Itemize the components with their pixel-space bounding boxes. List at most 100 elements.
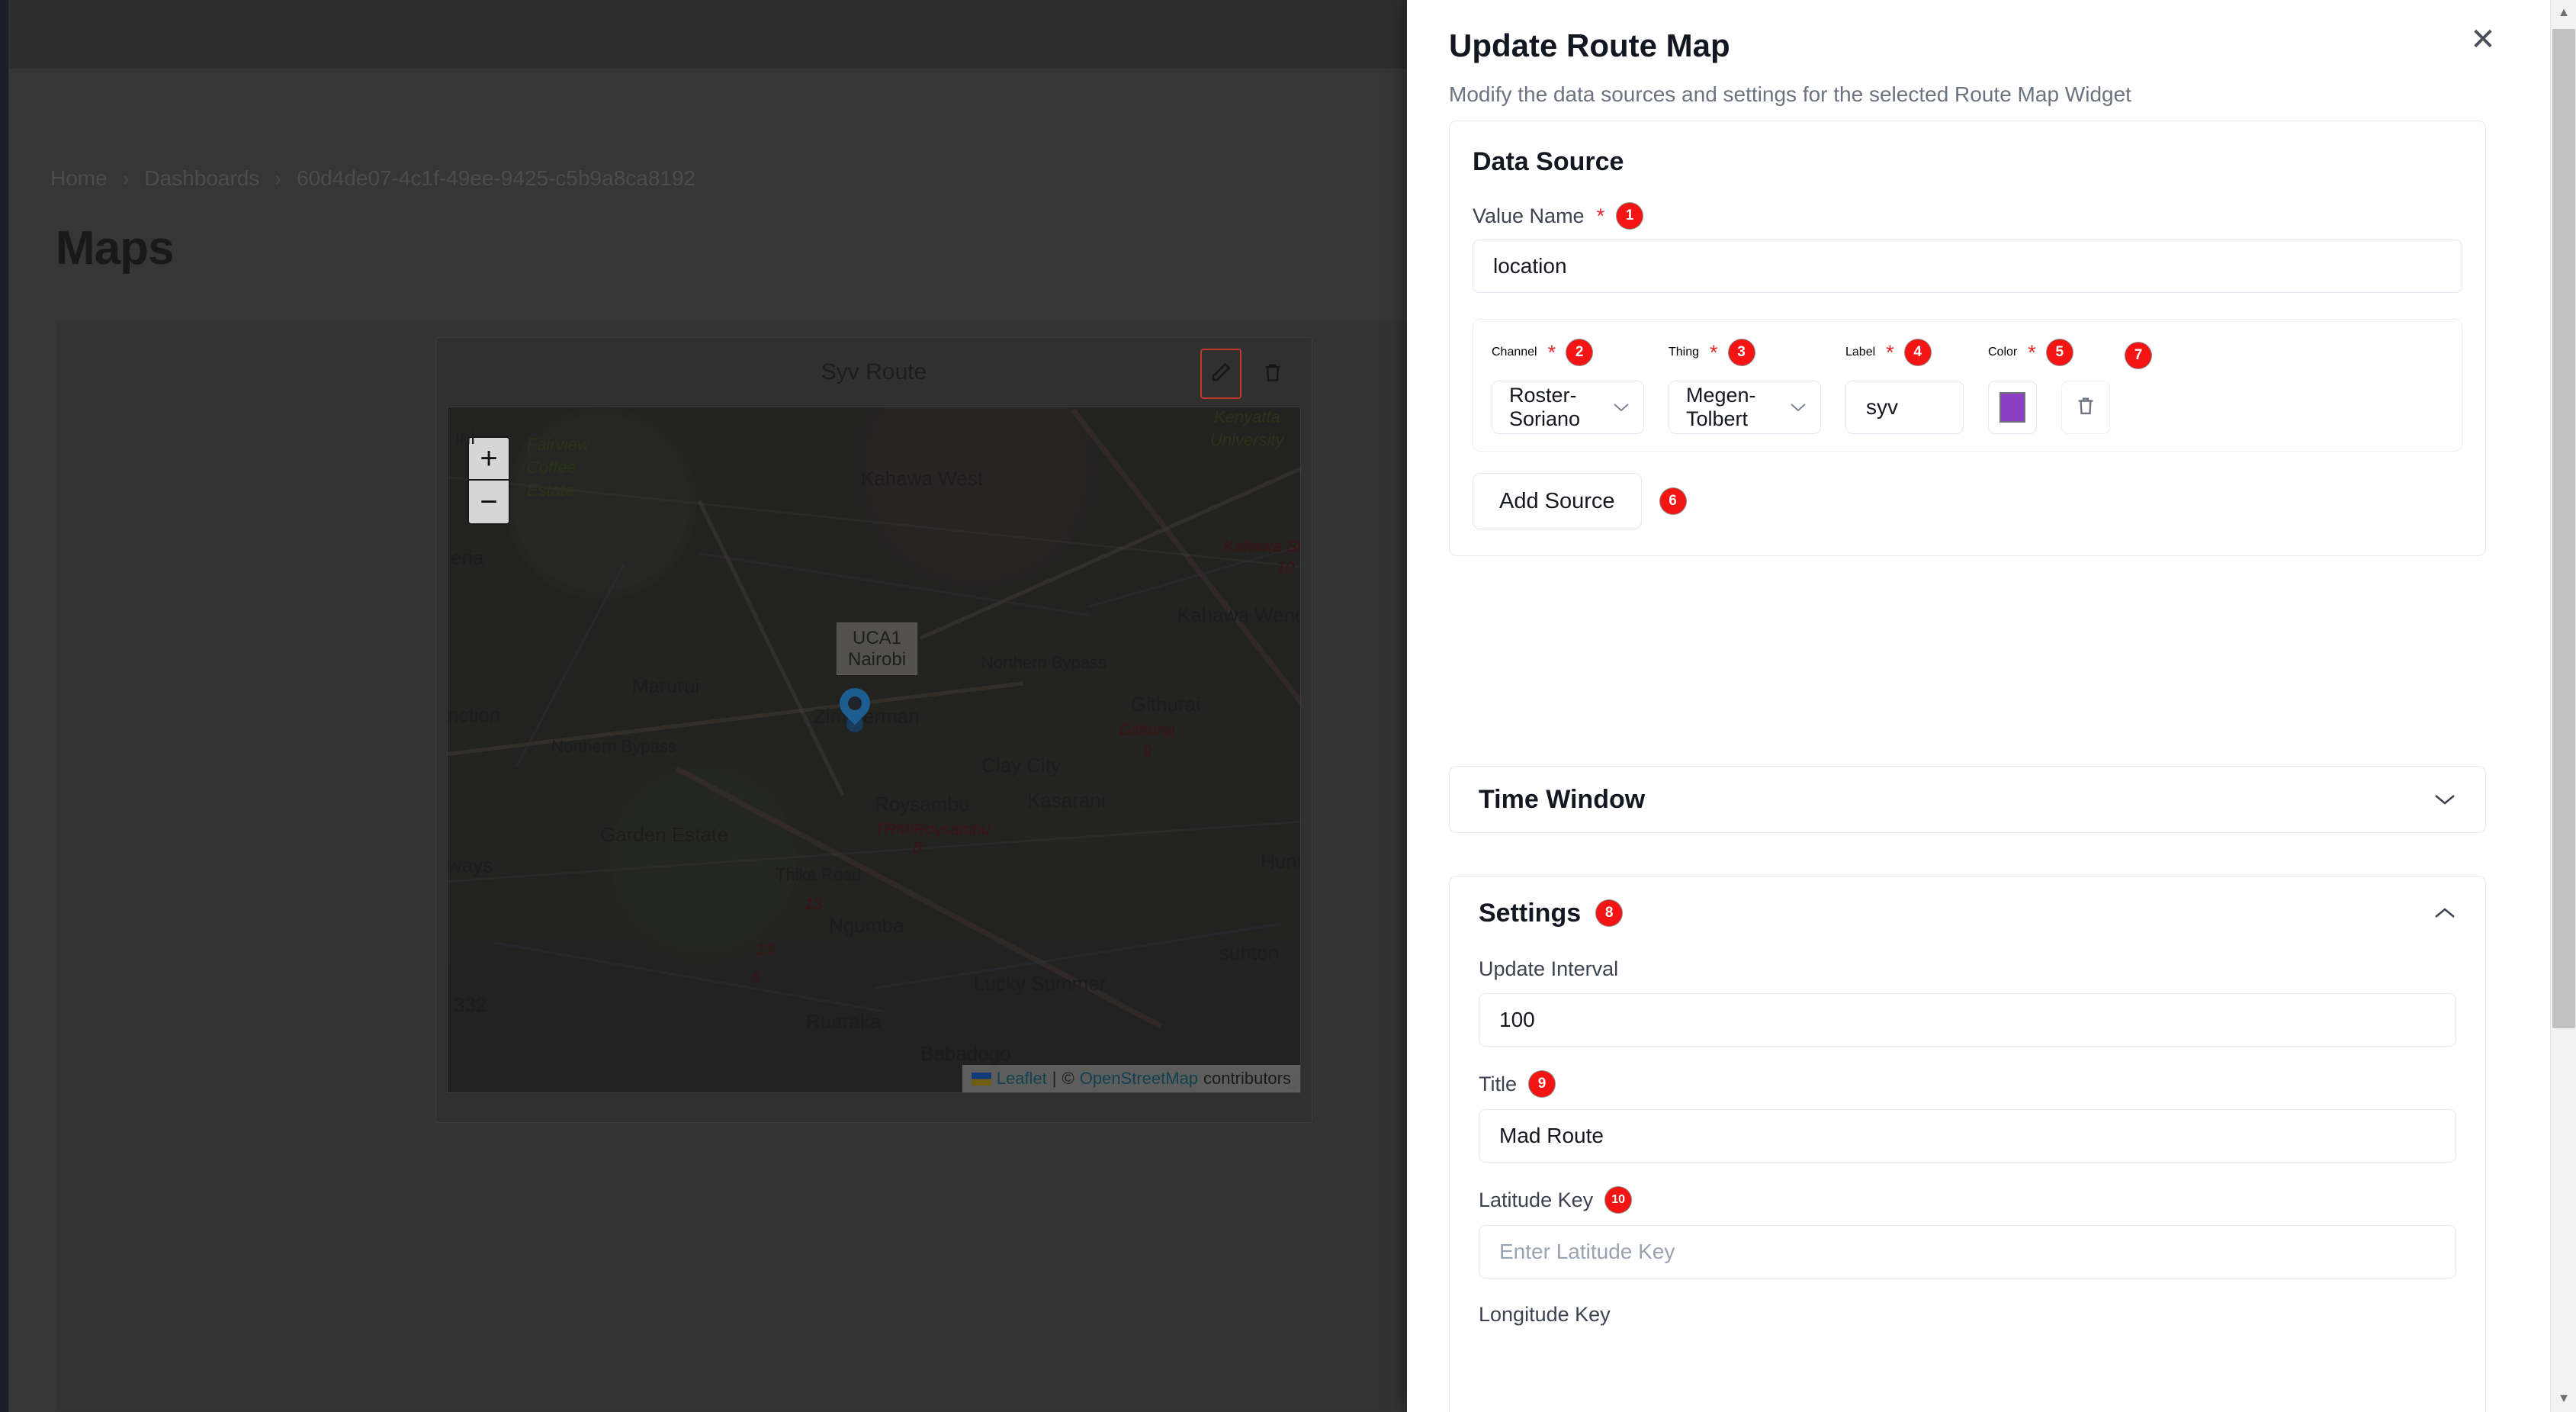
map-place-label: Roysambu — [875, 793, 970, 815]
drawer-subtitle: Modify the data sources and settings for… — [1449, 82, 2131, 106]
breadcrumb-item-dashboards[interactable]: Dashboards — [144, 166, 259, 191]
map-place-label: Coffee — [527, 458, 577, 477]
step-badge-8: 8 — [1596, 900, 1623, 926]
map-place-label: Githurai — [1131, 693, 1201, 716]
widget-actions — [1200, 349, 1293, 399]
zoom-out-button[interactable]: − — [469, 481, 509, 523]
required-asterisk: * — [1596, 204, 1605, 227]
map-place-label: 332 — [454, 993, 487, 1016]
chevron-down-icon — [1613, 397, 1630, 417]
update-interval-input[interactable]: 100 — [1479, 993, 2456, 1047]
drawer-content: ✕ Update Route Map Modify the data sourc… — [1407, 0, 2550, 1412]
settings-accordion-header[interactable]: Settings 8 — [1479, 876, 2456, 950]
color-header: Color * 5 — [1988, 339, 2073, 365]
map-place-label: Lucky Summer — [974, 972, 1107, 995]
breadcrumb-item-home[interactable]: Home — [50, 166, 108, 191]
map-marker[interactable] — [833, 681, 877, 732]
widget-delete-button[interactable] — [1252, 349, 1293, 399]
thing-header: Thing * 3 — [1669, 339, 1821, 365]
scrollbar-thumb[interactable] — [2552, 29, 2575, 1028]
label-input[interactable]: syv — [1845, 381, 1964, 434]
breadcrumb: Home › Dashboards › 60d4de07-4c1f-49ee-9… — [50, 166, 695, 191]
color-swatch — [1999, 392, 2025, 423]
map-place-label: University — [1210, 430, 1284, 449]
widget-header: Syv Route — [436, 338, 1312, 407]
longitude-key-label: Longitude Key — [1479, 1303, 1611, 1326]
add-source-button[interactable]: Add Source — [1473, 473, 1642, 529]
value-name-input[interactable]: location — [1473, 240, 2462, 293]
map-place-label: Kasarani — [1027, 789, 1106, 812]
scroll-down-arrow-icon[interactable]: ▼ — [2551, 1386, 2576, 1412]
data-source-card: Data Source Value Name * 1 location Chan… — [1449, 121, 2486, 556]
map-place-label: Ngumba — [829, 914, 904, 937]
map-place-label: 6 — [751, 969, 760, 986]
map-place-label: Kahawa West — [861, 467, 983, 490]
left-nav-rail[interactable] — [0, 0, 8, 1412]
value-name-label: Value Name — [1473, 204, 1585, 227]
add-source-row: Add Source 6 — [1473, 452, 2462, 529]
close-icon[interactable]: ✕ — [2463, 20, 2503, 60]
time-window-heading: Time Window — [1479, 784, 1646, 814]
map-place-label: Thika Road — [776, 865, 862, 884]
channel-label: Channel — [1492, 346, 1537, 359]
setting-update-interval: Update Interval 100 — [1479, 957, 2456, 1047]
chevron-down-icon — [1790, 397, 1807, 417]
required-asterisk: * — [2028, 340, 2036, 364]
channel-select-value: Roster-Soriano — [1509, 384, 1581, 430]
map-pin-icon — [833, 681, 877, 725]
leaflet-map[interactable]: + − ini Fairview Coffee Estate eria Kahawa We… — [447, 407, 1301, 1093]
map-place-label: ini — [455, 426, 476, 449]
map-place-label: nction — [448, 703, 501, 726]
latitude-key-label-row: Latitude Key 10 — [1479, 1187, 2456, 1213]
map-place-label: Estate — [527, 481, 575, 500]
trash-icon — [1262, 361, 1283, 388]
longitude-key-label-row: Longitude Key — [1479, 1303, 2456, 1327]
thing-label: Thing — [1669, 346, 1700, 359]
page-content: Home › Dashboards › 60d4de07-4c1f-49ee-9… — [8, 69, 1415, 1412]
delete-source-button[interactable] — [2061, 381, 2110, 434]
widget-resize-handle[interactable] — [1286, 1079, 1297, 1089]
map-place-label: Kahawa Sukari — [1224, 538, 1300, 555]
map-zoom-controls[interactable]: + − — [467, 436, 510, 525]
title-label-row: Title 9 — [1479, 1071, 2456, 1097]
latitude-key-label: Latitude Key — [1479, 1188, 1594, 1211]
required-asterisk: * — [1547, 340, 1556, 364]
scroll-up-arrow-icon[interactable]: ▲ — [2551, 0, 2576, 26]
update-interval-label-row: Update Interval — [1479, 957, 2456, 981]
map-place-label: Ruaraka — [806, 1010, 882, 1033]
channel-select[interactable]: Roster-Soriano — [1492, 381, 1644, 434]
update-route-map-drawer: ✕ Update Route Map Modify the data sourc… — [1407, 0, 2576, 1412]
map-place-label: Kenyatta — [1214, 407, 1280, 426]
breadcrumb-separator-icon: › — [275, 166, 282, 190]
step-badge-6: 6 — [1659, 488, 1686, 514]
thing-select[interactable]: Megen-Tolbert — [1669, 381, 1821, 434]
update-interval-label: Update Interval — [1479, 957, 1619, 980]
chevron-down-icon[interactable] — [2433, 786, 2456, 812]
color-picker-button[interactable] — [1988, 381, 2037, 434]
openstreetmap-link[interactable]: OpenStreetMap — [1080, 1069, 1198, 1089]
map-attribution: Leaflet | © OpenStreetMap contributors — [962, 1065, 1300, 1092]
title-input[interactable]: Mad Route — [1479, 1109, 2456, 1163]
thing-select-value: Megen-Tolbert — [1686, 384, 1756, 430]
route-map-widget[interactable]: Syv Route + − ini Fairview Coffee Estate… — [435, 337, 1312, 1123]
latitude-key-input[interactable]: Enter Latitude Key — [1479, 1225, 2456, 1279]
map-place-label: Fairview — [527, 435, 589, 454]
chevron-up-icon[interactable] — [2433, 900, 2456, 926]
required-asterisk: * — [1886, 340, 1894, 364]
dashboard-canvas: Syv Route + − ini Fairview Coffee Estate… — [56, 320, 1415, 1411]
widget-edit-button[interactable] — [1200, 349, 1241, 399]
map-place-label: TRM/Roysambu — [875, 821, 991, 838]
map-place-label: 13 — [756, 941, 774, 959]
value-name-label-row: Value Name * 1 — [1473, 203, 2462, 229]
map-place-label: Northern Bypass — [981, 653, 1107, 672]
step-badge-2: 2 — [1566, 339, 1593, 365]
pencil-icon — [1209, 361, 1232, 388]
leaflet-link[interactable]: Leaflet — [997, 1069, 1047, 1089]
drawer-scrollbar[interactable]: ▲ ▼ — [2550, 0, 2576, 1412]
time-window-card[interactable]: Time Window — [1449, 766, 2486, 833]
step-badge-7: 7 — [2125, 343, 2151, 368]
drawer-title: Update Route Map — [1449, 27, 1730, 63]
breadcrumb-item-dashboard-id[interactable]: 60d4de07-4c1f-49ee-9425-c5b9a8ca8192 — [297, 166, 695, 191]
page-title: Maps — [56, 222, 174, 275]
widget-title: Syv Route — [821, 359, 927, 384]
